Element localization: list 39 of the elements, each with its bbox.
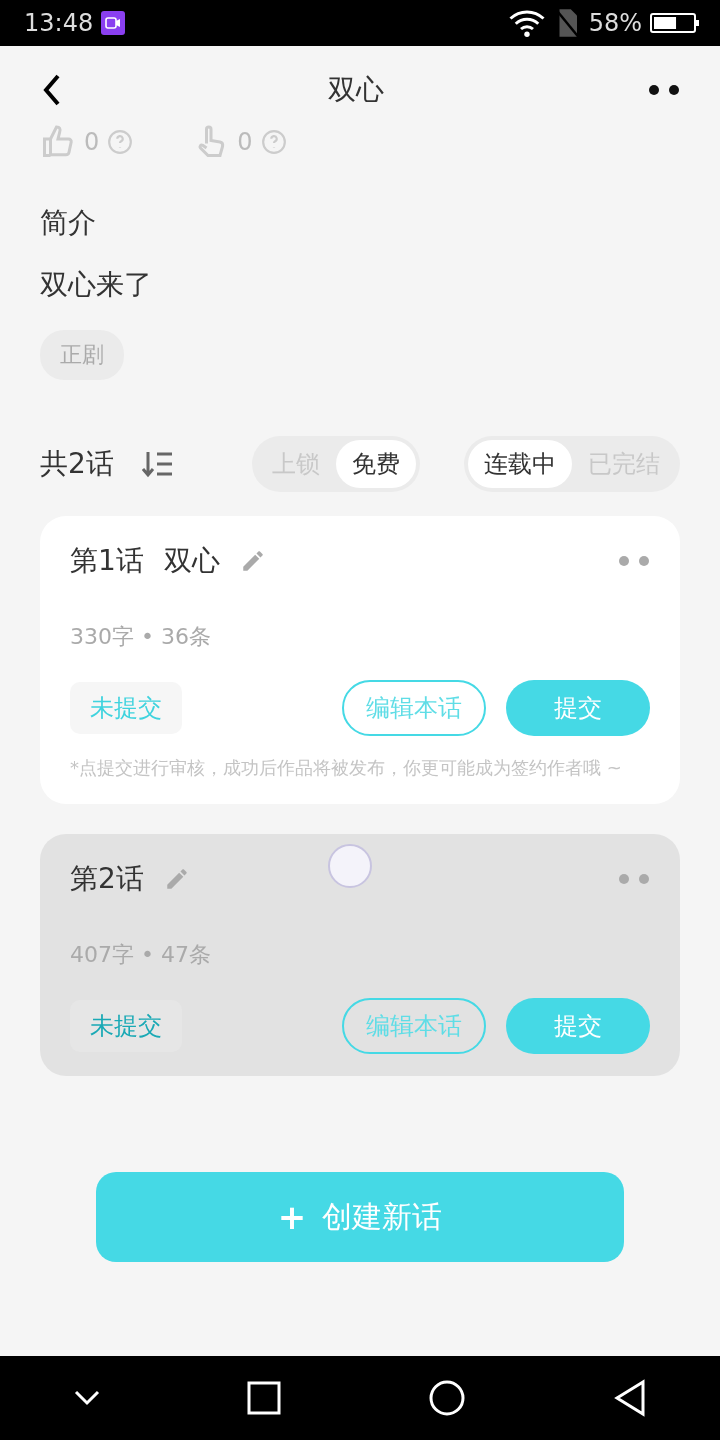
genre-tag: 正剧	[40, 330, 124, 380]
help-icon[interactable]	[107, 129, 134, 155]
home-icon[interactable]	[427, 1379, 466, 1417]
battery-percentage: 58%	[588, 9, 642, 37]
reaction-count: 0	[84, 128, 100, 156]
status-tag: 未提交	[70, 682, 182, 734]
edit-button[interactable]: 编辑本话	[342, 680, 486, 736]
episode-count: 共2话	[40, 446, 114, 482]
video-recorder-icon	[101, 11, 126, 35]
status-tag: 未提交	[70, 1000, 182, 1052]
help-icon[interactable]	[260, 129, 287, 155]
create-episode-button[interactable]: + 创建新话	[96, 1172, 624, 1262]
edit-button[interactable]: 编辑本话	[342, 998, 486, 1054]
episode-title: 双心	[163, 543, 220, 579]
submit-button[interactable]: 提交	[506, 680, 650, 736]
more-icon[interactable]	[648, 84, 680, 96]
episode-stats: 330字 • 36条	[70, 623, 212, 651]
chevron-down-icon[interactable]	[73, 1390, 100, 1406]
sort-icon[interactable]	[141, 450, 174, 478]
wifi-icon	[508, 8, 545, 38]
intro-heading: 简介	[40, 205, 97, 241]
intro-text: 双心来了	[40, 267, 153, 303]
filter-tab[interactable]: 免费	[336, 440, 416, 488]
thumbs-up-icon[interactable]	[40, 124, 76, 160]
reaction-count: 0	[237, 128, 253, 156]
plus-icon: +	[277, 1197, 307, 1237]
episode-card[interactable]: 第2话 407字 • 47条 未提交 编辑本话 提交	[40, 834, 680, 1076]
episode-number: 第2话	[70, 861, 144, 897]
episode-number: 第1话	[70, 543, 144, 579]
submit-note: *点提交进行审核，成功后作品将被发布，你更可能成为签约作者哦 ~	[70, 756, 623, 780]
battery-icon	[650, 11, 700, 35]
submit-button[interactable]: 提交	[506, 998, 650, 1054]
back-triangle-icon[interactable]	[612, 1379, 647, 1417]
filter-tab[interactable]: 连载中	[468, 440, 572, 488]
episode-stats: 407字 • 47条	[70, 941, 212, 969]
episode-card[interactable]: 第1话 双心 330字 • 36条 未提交 编辑本话 提交 *点提交进行审核，成功后作品将被发布，你更可能成为签约作者哦 ~	[40, 516, 680, 804]
square-icon[interactable]	[246, 1381, 281, 1415]
page-title: 双心	[328, 72, 384, 108]
clock: 13:48	[24, 9, 94, 37]
